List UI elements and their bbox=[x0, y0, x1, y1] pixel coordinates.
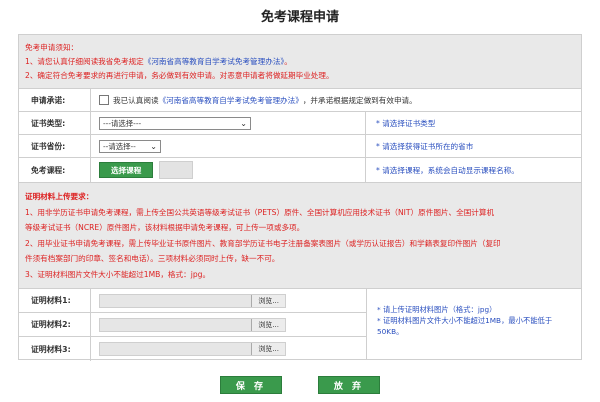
upload-requirements: 证明材料上传要求： 1、用非学历证书申请免考课程，需上传全国公共英语等级考试证书… bbox=[19, 183, 581, 289]
cert-province-row: 证书省份: --请选择-- ⌄ * 请选择获得证书所在的省市 bbox=[19, 135, 581, 158]
commitment-text-prefix: 我已认真阅读 bbox=[113, 95, 159, 105]
browse-button[interactable]: 浏览... bbox=[251, 294, 285, 307]
browse-button[interactable]: 浏览... bbox=[251, 343, 285, 355]
upload-row: 证明材料3: 浏览... bbox=[19, 337, 366, 361]
commitment-control: 我已认真阅读 《河南省高等教育自学考试免考管理办法》 ，并承诺根据规定做到有效申… bbox=[91, 89, 581, 111]
upload-label: 证明材料2: bbox=[19, 313, 91, 336]
save-button[interactable]: 保 存 bbox=[220, 376, 282, 394]
upload-requirement-line: 1、用非学历证书申请免考课程，需上传全国公共英语等级考试证书（PETS）原件、全… bbox=[25, 207, 495, 217]
cert-type-hint: * 请选择证书类型 bbox=[376, 118, 436, 128]
cert-province-select[interactable]: --请选择-- ⌄ bbox=[99, 139, 161, 153]
cancel-button[interactable]: 放 弃 bbox=[318, 376, 380, 394]
commitment-regulation-link[interactable]: 《河南省高等教育自学考试免考管理办法》 bbox=[159, 95, 303, 106]
regulation-link[interactable]: 《河南省高等教育自学考试免考管理办法》 bbox=[144, 57, 284, 66]
cert-type-select[interactable]: ---请选择--- ⌄ bbox=[99, 116, 251, 130]
cert-province-label: 证书省份: bbox=[19, 135, 91, 157]
file-input-2[interactable]: 浏览... bbox=[99, 317, 286, 332]
chevron-down-icon: ⌄ bbox=[150, 141, 157, 151]
upload-hint-line-1: * 请上传证明材料图片（格式：jpg） bbox=[377, 305, 497, 314]
upload-hint: * 请上传证明材料图片（格式：jpg） * 证明材料图片文件大小不能超过1MB，… bbox=[367, 289, 581, 359]
commitment-label: 申请承诺: bbox=[19, 89, 91, 111]
file-input-3[interactable]: 浏览... bbox=[99, 342, 286, 356]
upload-row: 证明材料2: 浏览... bbox=[19, 313, 366, 337]
course-row: 免考课程: 选择课程 * 请选择课程，系统会自动显示课程名称。 bbox=[19, 158, 581, 183]
cert-province-hint: * 请选择获得证书所在的省市 bbox=[376, 141, 474, 151]
notice-line-1: 1、请您认真仔细阅读我省免考规定《河南省高等教育自学考试免考管理办法》。 bbox=[25, 57, 292, 66]
form-actions: 保 存 放 弃 bbox=[0, 376, 600, 394]
cert-type-label: 证书类型: bbox=[19, 112, 91, 134]
upload-requirement-line: 件须有档案部门的印章、签名和电话）。三项材料必须同时上传，缺一不可。 bbox=[25, 254, 280, 263]
uploads-section: 证明材料1: 浏览... 证明材料2: 浏览... 证明材料3: 浏览... *… bbox=[19, 289, 581, 361]
upload-requirements-heading: 证明材料上传要求： bbox=[25, 192, 94, 201]
commitment-text-suffix: ，并承诺根据规定做到有效申请。 bbox=[302, 95, 417, 105]
upload-requirement-line: 2、用毕业证书申请免考课程，需上传毕业证书原件图片、教育部学历证书电子注册备案表… bbox=[25, 238, 501, 248]
commitment-checkbox[interactable] bbox=[99, 95, 109, 105]
upload-row: 证明材料1: 浏览... bbox=[19, 289, 366, 313]
upload-label: 证明材料3: bbox=[19, 337, 91, 361]
page-title: 免考课程申请 bbox=[260, 10, 339, 25]
cert-type-row: 证书类型: ---请选择--- ⌄ * 请选择证书类型 bbox=[19, 112, 581, 135]
chevron-down-icon: ⌄ bbox=[240, 118, 247, 128]
commitment-row: 申请承诺: 我已认真阅读 《河南省高等教育自学考试免考管理办法》 ，并承诺根据规… bbox=[19, 89, 581, 112]
course-label: 免考课程: bbox=[19, 158, 91, 182]
upload-requirement-line: 等级考试证书（NCRE）原件图片，该材料根据申请免考课程，可上传一项或多项。 bbox=[25, 223, 305, 232]
upload-label: 证明材料1: bbox=[19, 289, 91, 312]
course-hint: * 请选择课程，系统会自动显示课程名称。 bbox=[376, 165, 519, 175]
upload-hint-line-2: * 证明材料图片文件大小不能超过1MB，最小不能低于50KB。 bbox=[377, 316, 553, 336]
application-form: 免考申请须知： 1、请您认真仔细阅读我省免考规定《河南省高等教育自学考试免考管理… bbox=[18, 34, 582, 361]
notice-line-2: 2、确定符合免考要求的再进行申请，务必做到有效申请。对恶意申请者将做延期毕业处理… bbox=[25, 71, 334, 80]
course-display-box bbox=[159, 161, 194, 179]
application-notice: 免考申请须知： 1、请您认真仔细阅读我省免考规定《河南省高等教育自学考试免考管理… bbox=[19, 35, 581, 89]
upload-requirement-line: 3、证明材料图片文件大小不能超过1MB，格式：jpg。 bbox=[25, 269, 211, 279]
browse-button[interactable]: 浏览... bbox=[251, 318, 285, 331]
select-course-button[interactable]: 选择课程 bbox=[99, 162, 154, 178]
file-input-1[interactable]: 浏览... bbox=[99, 293, 286, 308]
notice-heading: 免考申请须知： bbox=[25, 43, 79, 52]
